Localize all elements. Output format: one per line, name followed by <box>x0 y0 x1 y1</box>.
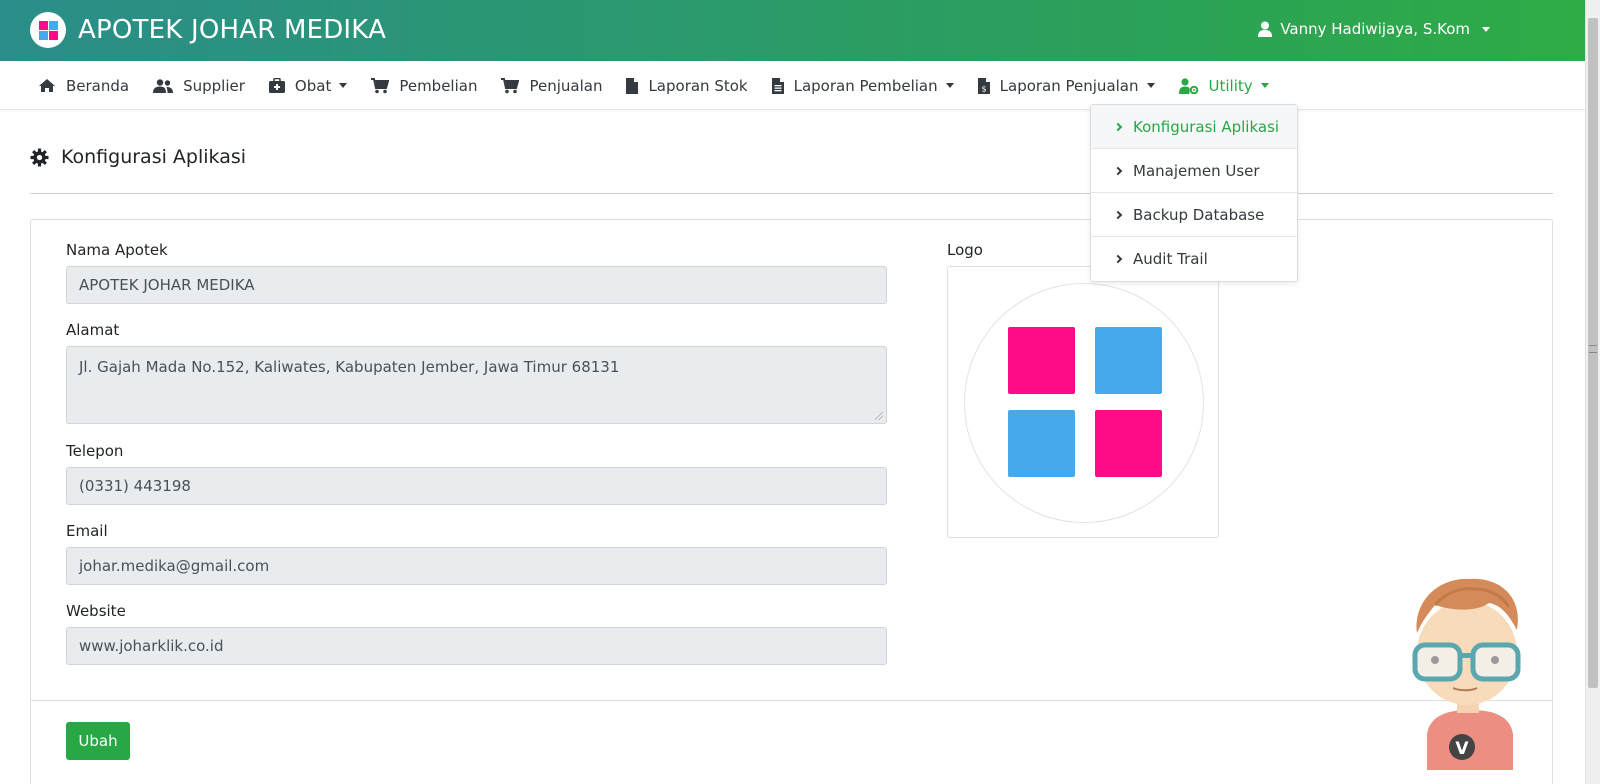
chevron-down-icon <box>1482 26 1490 32</box>
resize-grip-icon[interactable] <box>875 412 883 420</box>
gear-icon <box>30 147 49 167</box>
logo-label: Logo <box>947 241 983 259</box>
menu-item-audit-trail[interactable]: Audit Trail <box>1091 237 1297 281</box>
ubah-button[interactable]: Ubah <box>66 722 130 760</box>
chevron-right-icon <box>1113 166 1123 175</box>
website-label: Website <box>66 602 126 620</box>
website-field[interactable]: www.joharklik.co.id <box>66 627 887 665</box>
main-nav: Beranda Supplier Obat Pembelian Penjuala… <box>0 61 1585 110</box>
nav-item-beranda[interactable]: Beranda <box>38 77 129 95</box>
nav-item-penjualan[interactable]: Penjualan <box>501 77 602 95</box>
file-text-icon <box>771 77 784 94</box>
cart-icon <box>501 77 520 93</box>
users-icon <box>153 78 174 93</box>
chevron-down-icon <box>339 83 348 88</box>
user-cog-icon <box>1178 77 1198 94</box>
chevron-down-icon <box>1146 83 1155 88</box>
heading-divider <box>30 193 1553 194</box>
menu-item-manajemen-user[interactable]: Manajemen User <box>1091 149 1297 193</box>
pharmacy-logo-image <box>964 283 1204 523</box>
nav-item-pembelian[interactable]: Pembelian <box>371 77 477 95</box>
file-icon <box>626 77 639 94</box>
medkit-icon <box>268 78 285 93</box>
nav-item-laporan-pembelian[interactable]: Laporan Pembelian <box>771 77 954 95</box>
alamat-field[interactable]: Jl. Gajah Mada No.152, Kaliwates, Kabupa… <box>66 346 887 424</box>
card-footer-divider <box>31 700 1552 701</box>
nav-item-obat[interactable]: Obat <box>268 77 348 95</box>
user-menu[interactable]: Vanny Hadiwijaya, S.Kom <box>1258 20 1490 38</box>
telepon-label: Telepon <box>66 442 124 460</box>
menu-item-backup-database[interactable]: Backup Database <box>1091 193 1297 237</box>
chevron-down-icon <box>1260 83 1269 88</box>
chevron-down-icon <box>945 83 954 88</box>
utility-dropdown-menu: Konfigurasi Aplikasi Manajemen User Back… <box>1090 104 1298 282</box>
menu-item-konfigurasi-aplikasi[interactable]: Konfigurasi Aplikasi <box>1091 105 1297 149</box>
email-label: Email <box>66 522 108 540</box>
home-icon <box>39 79 55 92</box>
brand-logo <box>30 12 66 48</box>
alamat-text: Jl. Gajah Mada No.152, Kaliwates, Kabupa… <box>79 358 620 376</box>
email-field[interactable]: johar.medika@gmail.com <box>66 547 887 585</box>
page-scrollbar[interactable] <box>1585 0 1600 784</box>
chevron-right-icon <box>1113 254 1123 264</box>
user-name: Vanny Hadiwijaya, S.Kom <box>1280 20 1470 38</box>
nav-item-utility[interactable]: Utility <box>1178 77 1269 95</box>
svg-text:V: V <box>1455 739 1469 759</box>
nama-apotek-field[interactable]: APOTEK JOHAR MEDIKA <box>66 266 887 304</box>
nav-item-supplier[interactable]: Supplier <box>153 77 245 95</box>
alamat-label: Alamat <box>66 321 120 339</box>
logo-preview <box>947 266 1219 538</box>
mascot-avatar-image: V <box>1412 578 1521 770</box>
file-invoice-icon: $ <box>977 77 990 94</box>
nav-item-laporan-penjualan[interactable]: $ Laporan Penjualan <box>977 77 1155 95</box>
brand[interactable]: APOTEK JOHAR MEDIKA <box>30 12 386 48</box>
app-title: APOTEK JOHAR MEDIKA <box>78 15 387 45</box>
scrollbar-thumb[interactable] <box>1588 18 1598 688</box>
svg-text:$: $ <box>981 84 986 93</box>
telepon-field[interactable]: (0331) 443198 <box>66 467 887 505</box>
page-heading: Konfigurasi Aplikasi <box>30 146 246 168</box>
cart-icon <box>371 77 390 93</box>
user-icon <box>1258 21 1273 37</box>
page-title: Konfigurasi Aplikasi <box>61 146 247 168</box>
chevron-right-icon <box>1113 210 1123 219</box>
scroll-grip-icon <box>1589 345 1597 353</box>
chevron-right-icon <box>1113 122 1123 131</box>
nav-item-laporan-stok[interactable]: Laporan Stok <box>626 77 748 95</box>
nama-apotek-label: Nama Apotek <box>66 241 168 259</box>
top-header: APOTEK JOHAR MEDIKA Vanny Hadiwijaya, S.… <box>0 0 1585 61</box>
